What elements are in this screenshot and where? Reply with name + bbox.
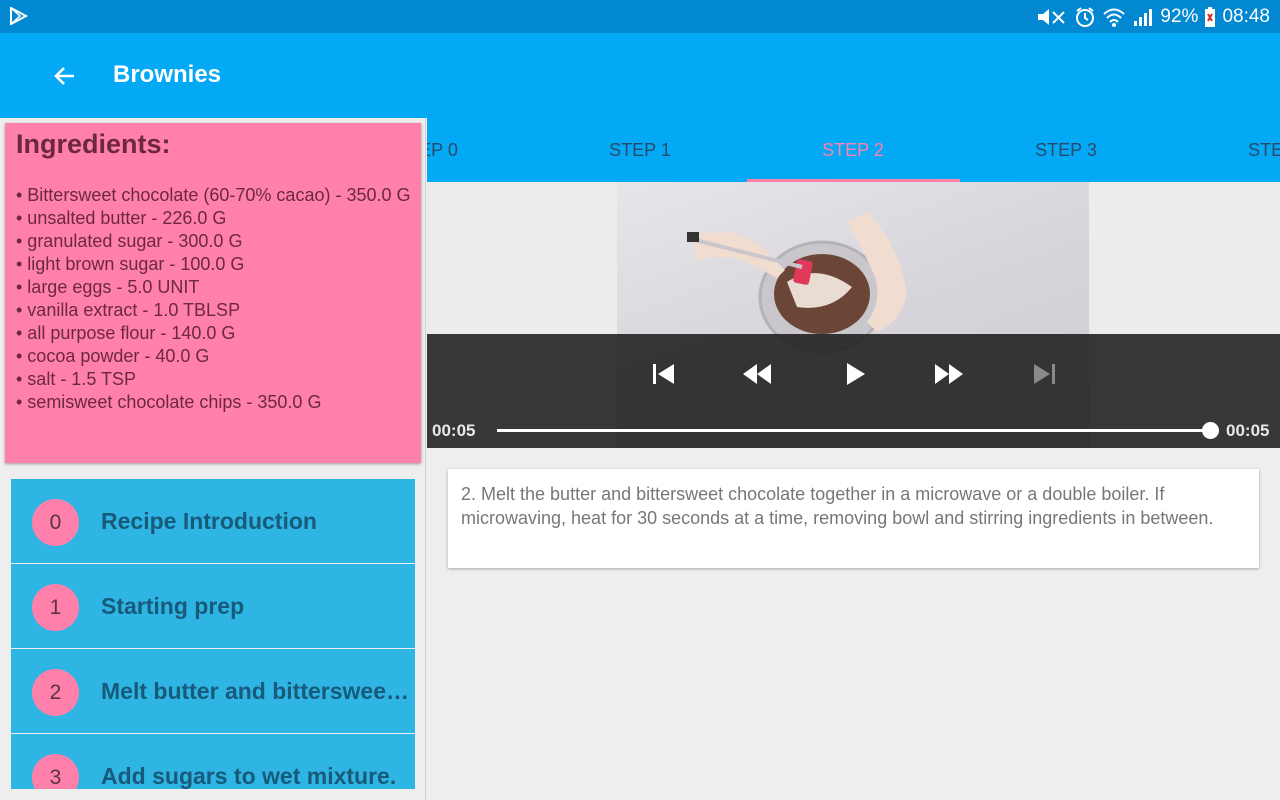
step-number-badge: 0 <box>32 499 79 546</box>
tab-step-1[interactable]: STEP 1 <box>533 140 747 161</box>
seek-bar[interactable] <box>497 429 1210 432</box>
ingredients-list: • Bittersweet chocolate (60-70% cacao) -… <box>16 184 411 414</box>
tab-step-2[interactable]: STEP 2 <box>746 140 960 161</box>
tab-step-4[interactable]: STEP 4 <box>1172 140 1280 161</box>
battery-percent: 92% <box>1160 5 1199 27</box>
ingredient-item: • vanilla extract - 1.0 TBLSP <box>16 300 241 320</box>
page-title: Brownies <box>113 61 222 88</box>
status-bar: 92% 08:48 <box>0 0 1280 33</box>
step-number-badge: 1 <box>32 584 79 631</box>
app-bar: Brownies <box>0 33 1280 118</box>
ingredient-item: • semisweet chocolate chips - 350.0 G <box>16 392 322 412</box>
signal-icon <box>1134 8 1153 26</box>
step-description: 2. Melt the butter and bittersweet choco… <box>448 469 1259 568</box>
duration: 00:05 <box>1226 421 1270 440</box>
alarm-icon <box>1076 6 1095 27</box>
tab-step-3[interactable]: STEP 3 <box>959 140 1173 161</box>
current-time: 00:05 <box>432 421 476 440</box>
step-item-1[interactable]: 1 Starting prep <box>11 564 415 648</box>
playback-controls: 00:05 00:05 <box>427 334 1280 448</box>
step-list: 0 Recipe Introduction 1 Starting prep 2 … <box>11 479 415 789</box>
step-item-3[interactable]: 3 Add sugars to wet mixture. <box>11 734 415 789</box>
skip-next-icon[interactable] <box>1028 359 1060 389</box>
ingredient-item: • all purpose flour - 140.0 G <box>16 323 236 343</box>
step-number-badge: 2 <box>32 669 79 716</box>
arrow-back-icon[interactable] <box>52 63 78 89</box>
seek-thumb[interactable] <box>1202 422 1219 439</box>
mute-icon <box>1038 8 1066 25</box>
video-player[interactable]: 00:05 00:05 <box>427 182 1280 448</box>
step-item-2[interactable]: 2 Melt butter and bittersweet… <box>11 649 415 733</box>
rewind-icon[interactable] <box>741 359 773 389</box>
recipe-detail-pane: Ingredients: • Bittersweet chocolate (60… <box>0 118 426 800</box>
ingredient-item: • Bittersweet chocolate (60-70% cacao) -… <box>16 185 411 205</box>
skip-previous-icon[interactable] <box>648 359 680 389</box>
ingredient-item: • salt - 1.5 TSP <box>16 369 137 389</box>
step-item-0[interactable]: 0 Recipe Introduction <box>11 479 415 563</box>
play-store-icon <box>10 7 29 25</box>
ingredients-card: Ingredients: • Bittersweet chocolate (60… <box>5 123 421 463</box>
ingredient-item: • light brown sugar - 100.0 G <box>16 254 245 274</box>
step-label: Recipe Introduction <box>101 508 317 534</box>
ingredient-item: • granulated sugar - 300.0 G <box>16 231 243 251</box>
fast-forward-icon[interactable] <box>933 359 965 389</box>
wifi-icon <box>1103 8 1126 27</box>
ingredient-item: • large eggs - 5.0 UNIT <box>16 277 200 297</box>
tab-step-0[interactable]: STEP 0 <box>427 140 534 161</box>
ingredient-item: • unsalted butter - 226.0 G <box>16 208 227 228</box>
step-label: Add sugars to wet mixture. <box>101 763 397 789</box>
step-number-badge: 3 <box>32 754 79 789</box>
step-label: Starting prep <box>101 593 245 619</box>
step-tabs: STEP 0 STEP 1 STEP 2 STEP 3 STEP 4 <box>427 118 1280 182</box>
play-icon[interactable] <box>839 359 871 389</box>
battery-icon <box>1205 6 1216 27</box>
ingredients-heading: Ingredients: <box>16 129 171 159</box>
clock: 08:48 <box>1222 5 1270 27</box>
ingredient-item: • cocoa powder - 40.0 G <box>16 346 210 366</box>
step-label: Melt butter and bittersweet… <box>101 678 413 704</box>
